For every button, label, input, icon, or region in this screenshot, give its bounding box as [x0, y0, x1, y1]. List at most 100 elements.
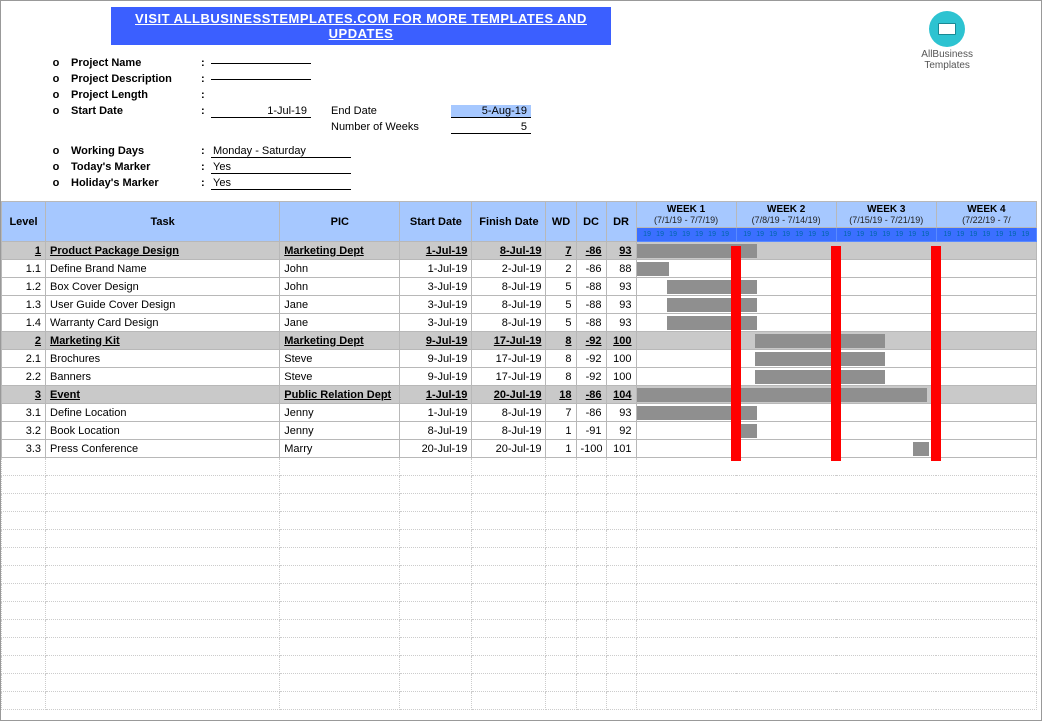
cell-task: Banners	[46, 368, 280, 386]
cell-task: Define Location	[46, 404, 280, 422]
cell-dc: -86	[576, 404, 606, 422]
cell-pic: Jane	[280, 314, 400, 332]
empty-row[interactable]	[2, 548, 1037, 566]
cell-pic: Jane	[280, 296, 400, 314]
cell-finish: 17-Jul-19	[472, 350, 546, 368]
label-holidays-marker: Holiday's Marker	[71, 177, 201, 189]
empty-row[interactable]	[2, 674, 1037, 692]
cell-dr: 101	[606, 440, 636, 458]
task-row[interactable]: 3.2Book LocationJenny8-Jul-198-Jul-191-9…	[2, 422, 1037, 440]
label-project-length: Project Length	[71, 89, 201, 101]
section-row[interactable]: 3EventPublic Relation Dept1-Jul-1920-Jul…	[2, 386, 1037, 404]
today-marker-2	[831, 246, 841, 461]
empty-row[interactable]	[2, 656, 1037, 674]
cell-pic: Jenny	[280, 422, 400, 440]
top-banner-link[interactable]: VISIT ALLBUSINESSTEMPLATES.COM FOR MORE …	[111, 7, 611, 45]
project-meta: oProject Name: oProject Description: oPr…	[41, 55, 1041, 191]
empty-row[interactable]	[2, 494, 1037, 512]
cell-level: 2.1	[2, 350, 46, 368]
empty-row[interactable]	[2, 476, 1037, 494]
cell-finish: 8-Jul-19	[472, 422, 546, 440]
cell-dr: 88	[606, 260, 636, 278]
value-start-date[interactable]: 1-Jul-19	[211, 105, 311, 118]
empty-row[interactable]	[2, 584, 1037, 602]
value-holidays-marker[interactable]: Yes	[211, 177, 351, 190]
logo-icon	[929, 11, 965, 47]
cell-task: Brochures	[46, 350, 280, 368]
cell-wd: 8	[546, 332, 576, 350]
logo-text-2: Templates	[921, 60, 973, 71]
header-start: Start Date	[400, 202, 472, 242]
cell-start: 1-Jul-19	[400, 386, 472, 404]
task-row[interactable]: 2.1BrochuresSteve9-Jul-1917-Jul-198-9210…	[2, 350, 1037, 368]
value-end-date[interactable]: 5-Aug-19	[451, 105, 531, 118]
cell-dc: -86	[576, 386, 606, 404]
day-cells-week: 19191919191919	[736, 228, 836, 242]
task-row[interactable]: 3.1Define LocationJenny1-Jul-198-Jul-197…	[2, 404, 1037, 422]
cell-dr: 100	[606, 332, 636, 350]
cell-finish: 8-Jul-19	[472, 296, 546, 314]
value-working-days[interactable]: Monday - Saturday	[211, 145, 351, 158]
label-project-name: Project Name	[71, 57, 201, 69]
logo-text-1: AllBusiness	[921, 49, 973, 60]
empty-row[interactable]	[2, 620, 1037, 638]
cell-finish: 17-Jul-19	[472, 332, 546, 350]
cell-dc: -91	[576, 422, 606, 440]
value-project-description[interactable]	[211, 79, 311, 80]
cell-level: 1.3	[2, 296, 46, 314]
empty-row[interactable]	[2, 512, 1037, 530]
cell-pic: John	[280, 260, 400, 278]
cell-dc: -86	[576, 260, 606, 278]
empty-row[interactable]	[2, 566, 1037, 584]
cell-level: 3.3	[2, 440, 46, 458]
empty-row[interactable]	[2, 602, 1037, 620]
cell-finish: 20-Jul-19	[472, 440, 546, 458]
task-row[interactable]: 1.2Box Cover DesignJohn3-Jul-198-Jul-195…	[2, 278, 1037, 296]
task-row[interactable]: 2.2BannersSteve9-Jul-1917-Jul-198-92100	[2, 368, 1037, 386]
today-marker-1	[731, 246, 741, 461]
cell-task: Box Cover Design	[46, 278, 280, 296]
cell-start: 1-Jul-19	[400, 242, 472, 260]
value-todays-marker[interactable]: Yes	[211, 161, 351, 174]
cell-wd: 2	[546, 260, 576, 278]
cell-finish: 20-Jul-19	[472, 386, 546, 404]
cell-pic: Steve	[280, 350, 400, 368]
cell-dc: -86	[576, 242, 606, 260]
cell-dr: 93	[606, 242, 636, 260]
cell-finish: 8-Jul-19	[472, 242, 546, 260]
logo: AllBusiness Templates	[921, 11, 973, 71]
header-week-1: WEEK 1(7/1/19 - 7/7/19)	[636, 202, 736, 228]
label-project-description: Project Description	[71, 73, 201, 85]
cell-level: 2	[2, 332, 46, 350]
day-cells-week: 19191919191919	[636, 228, 736, 242]
empty-row[interactable]	[2, 530, 1037, 548]
cell-level: 3.1	[2, 404, 46, 422]
gantt-bar	[667, 280, 757, 294]
task-row[interactable]: 1.3User Guide Cover DesignJane3-Jul-198-…	[2, 296, 1037, 314]
header-task: Task	[46, 202, 280, 242]
gantt-bar	[755, 352, 885, 366]
cell-task: Book Location	[46, 422, 280, 440]
empty-row[interactable]	[2, 458, 1037, 476]
value-num-weeks[interactable]: 5	[451, 121, 531, 134]
cell-wd: 8	[546, 368, 576, 386]
value-project-name[interactable]	[211, 63, 311, 64]
day-cells-week: 19191919191919	[836, 228, 936, 242]
cell-level: 1.4	[2, 314, 46, 332]
task-row[interactable]: 3.3Press ConferenceMarry20-Jul-1920-Jul-…	[2, 440, 1037, 458]
cell-finish: 2-Jul-19	[472, 260, 546, 278]
cell-finish: 8-Jul-19	[472, 314, 546, 332]
label-todays-marker: Today's Marker	[71, 161, 201, 173]
cell-task: Warranty Card Design	[46, 314, 280, 332]
section-row[interactable]: 2Marketing KitMarketing Dept9-Jul-1917-J…	[2, 332, 1037, 350]
task-row[interactable]: 1.4Warranty Card DesignJane3-Jul-198-Jul…	[2, 314, 1037, 332]
cell-level: 3.2	[2, 422, 46, 440]
cell-pic: Marketing Dept	[280, 332, 400, 350]
task-row[interactable]: 1.1Define Brand NameJohn1-Jul-192-Jul-19…	[2, 260, 1037, 278]
empty-row[interactable]	[2, 692, 1037, 710]
empty-row[interactable]	[2, 638, 1037, 656]
cell-start: 1-Jul-19	[400, 260, 472, 278]
section-row[interactable]: 1Product Package DesignMarketing Dept1-J…	[2, 242, 1037, 260]
header-week-4: WEEK 4(7/22/19 - 7/	[936, 202, 1036, 228]
cell-task: Define Brand Name	[46, 260, 280, 278]
